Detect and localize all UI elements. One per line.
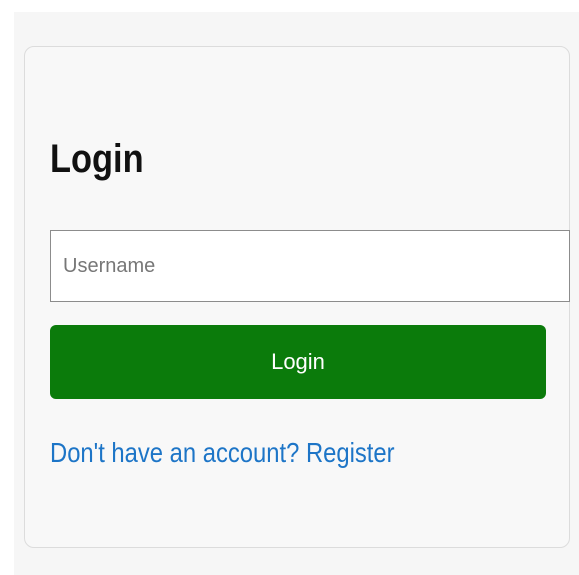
login-button[interactable]: Login (50, 325, 546, 399)
username-input[interactable] (50, 230, 570, 302)
page-title: Login (50, 137, 144, 181)
register-link[interactable]: Don't have an account? Register (50, 436, 395, 470)
